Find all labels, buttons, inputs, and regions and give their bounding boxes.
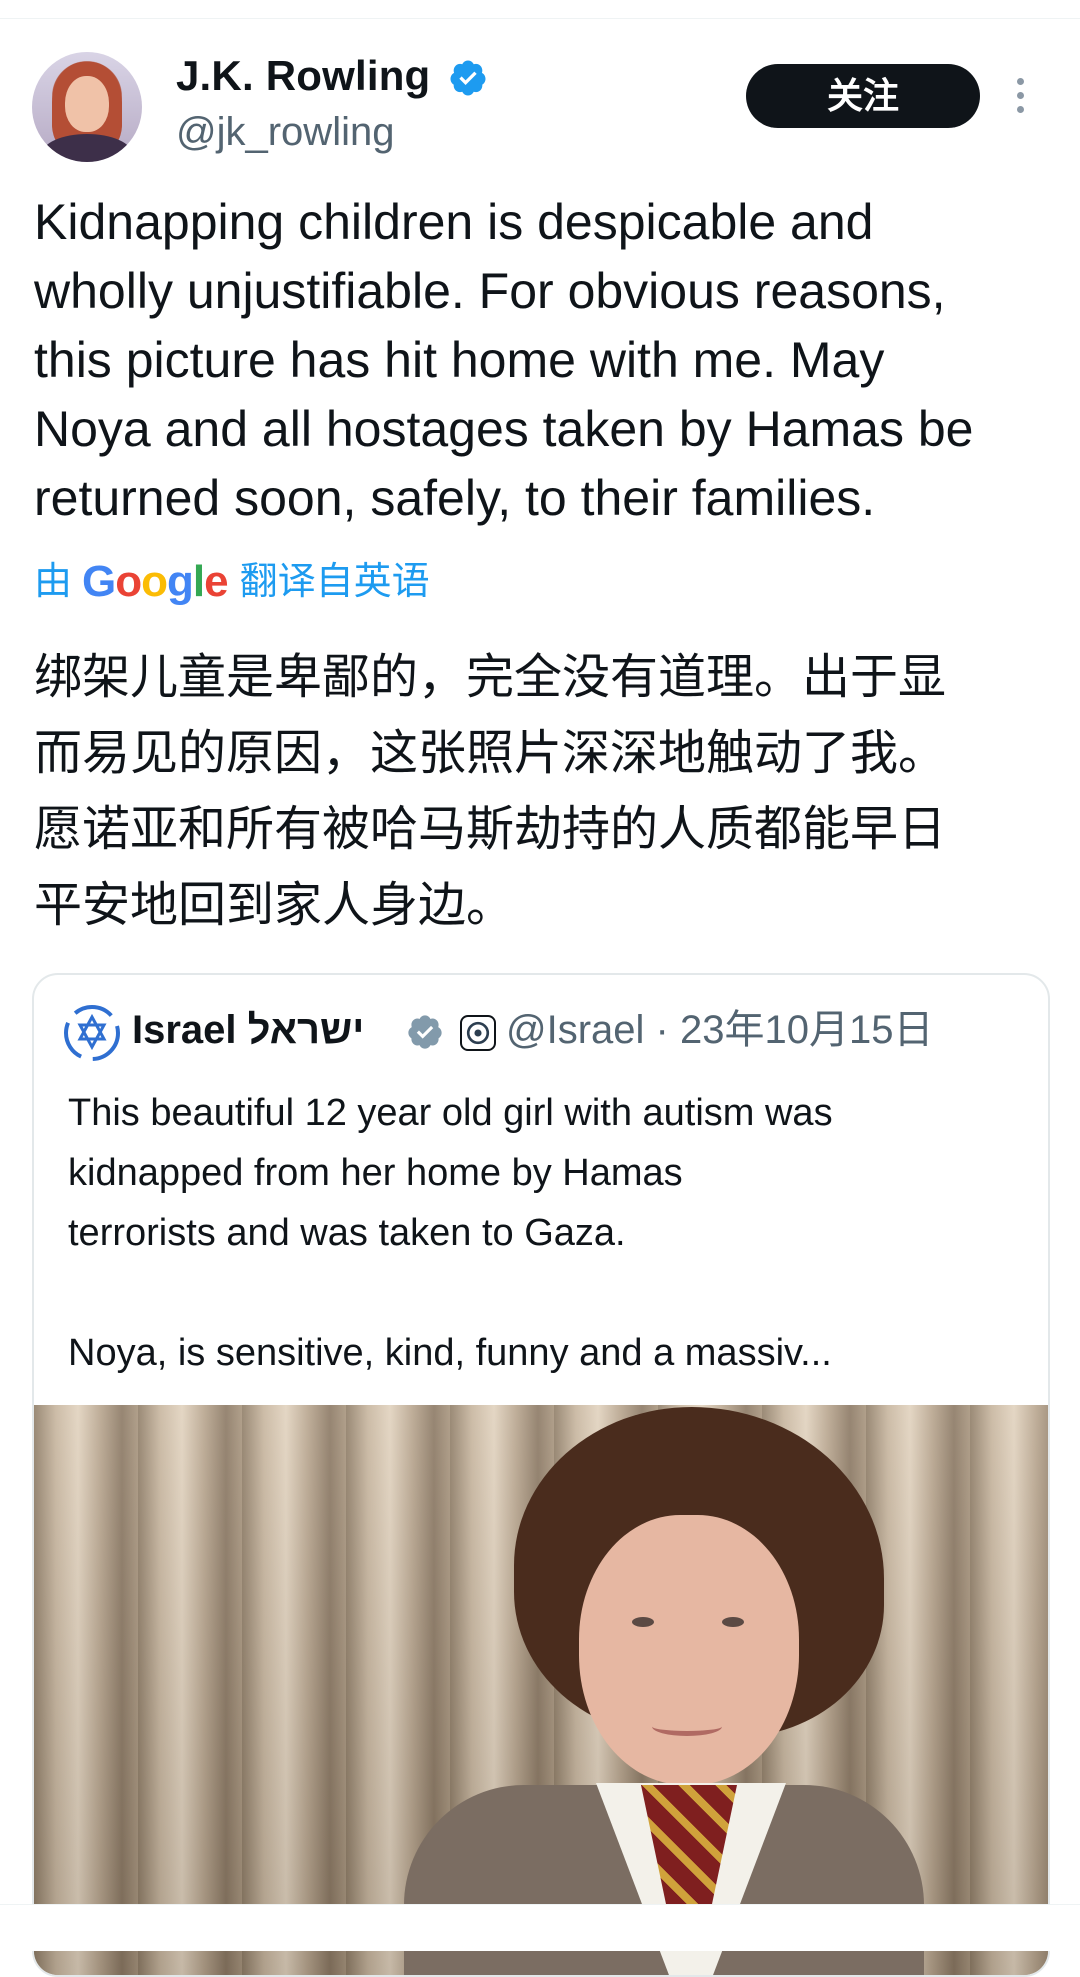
bottom-bar [0, 1904, 1080, 1951]
star-of-david-icon [64, 1005, 120, 1061]
follow-button[interactable]: 关注 [746, 64, 980, 128]
translation-suffix: 翻译自英语 [239, 561, 430, 603]
translation-prefix: 由 [34, 561, 73, 603]
top-divider [0, 18, 1080, 19]
avatar[interactable] [32, 52, 142, 162]
more-options-icon[interactable] [1014, 78, 1026, 114]
government-badge-icon [460, 1015, 496, 1051]
verified-badge-icon [408, 1015, 442, 1049]
verified-badge-icon [450, 60, 486, 96]
google-logo: Google [82, 557, 229, 606]
quoted-author-name[interactable]: Israel ישראל [132, 1001, 364, 1059]
author-name[interactable]: J.K. Rowling [176, 46, 430, 106]
quoted-meta: @Israel · 23年10月15日 [506, 1008, 934, 1052]
translation-attribution[interactable]: 由 Google 翻译自英语 [34, 556, 430, 608]
quoted-tweet[interactable]: Israel ישראל @Israel · 23年10月15日 This be… [32, 973, 1050, 1977]
quoted-photo[interactable] [34, 1405, 1048, 1975]
translated-text: 绑架儿童是卑鄙的，完全没有道理。出于显 而易见的原因，这张照片深深地触动了我。 … [34, 651, 947, 932]
quoted-text: This beautiful 12 year old girl with aut… [68, 1092, 833, 1374]
tweet-text: Kidnapping children is despicable and wh… [34, 194, 974, 526]
author-handle[interactable]: @jk_rowling [176, 104, 394, 160]
